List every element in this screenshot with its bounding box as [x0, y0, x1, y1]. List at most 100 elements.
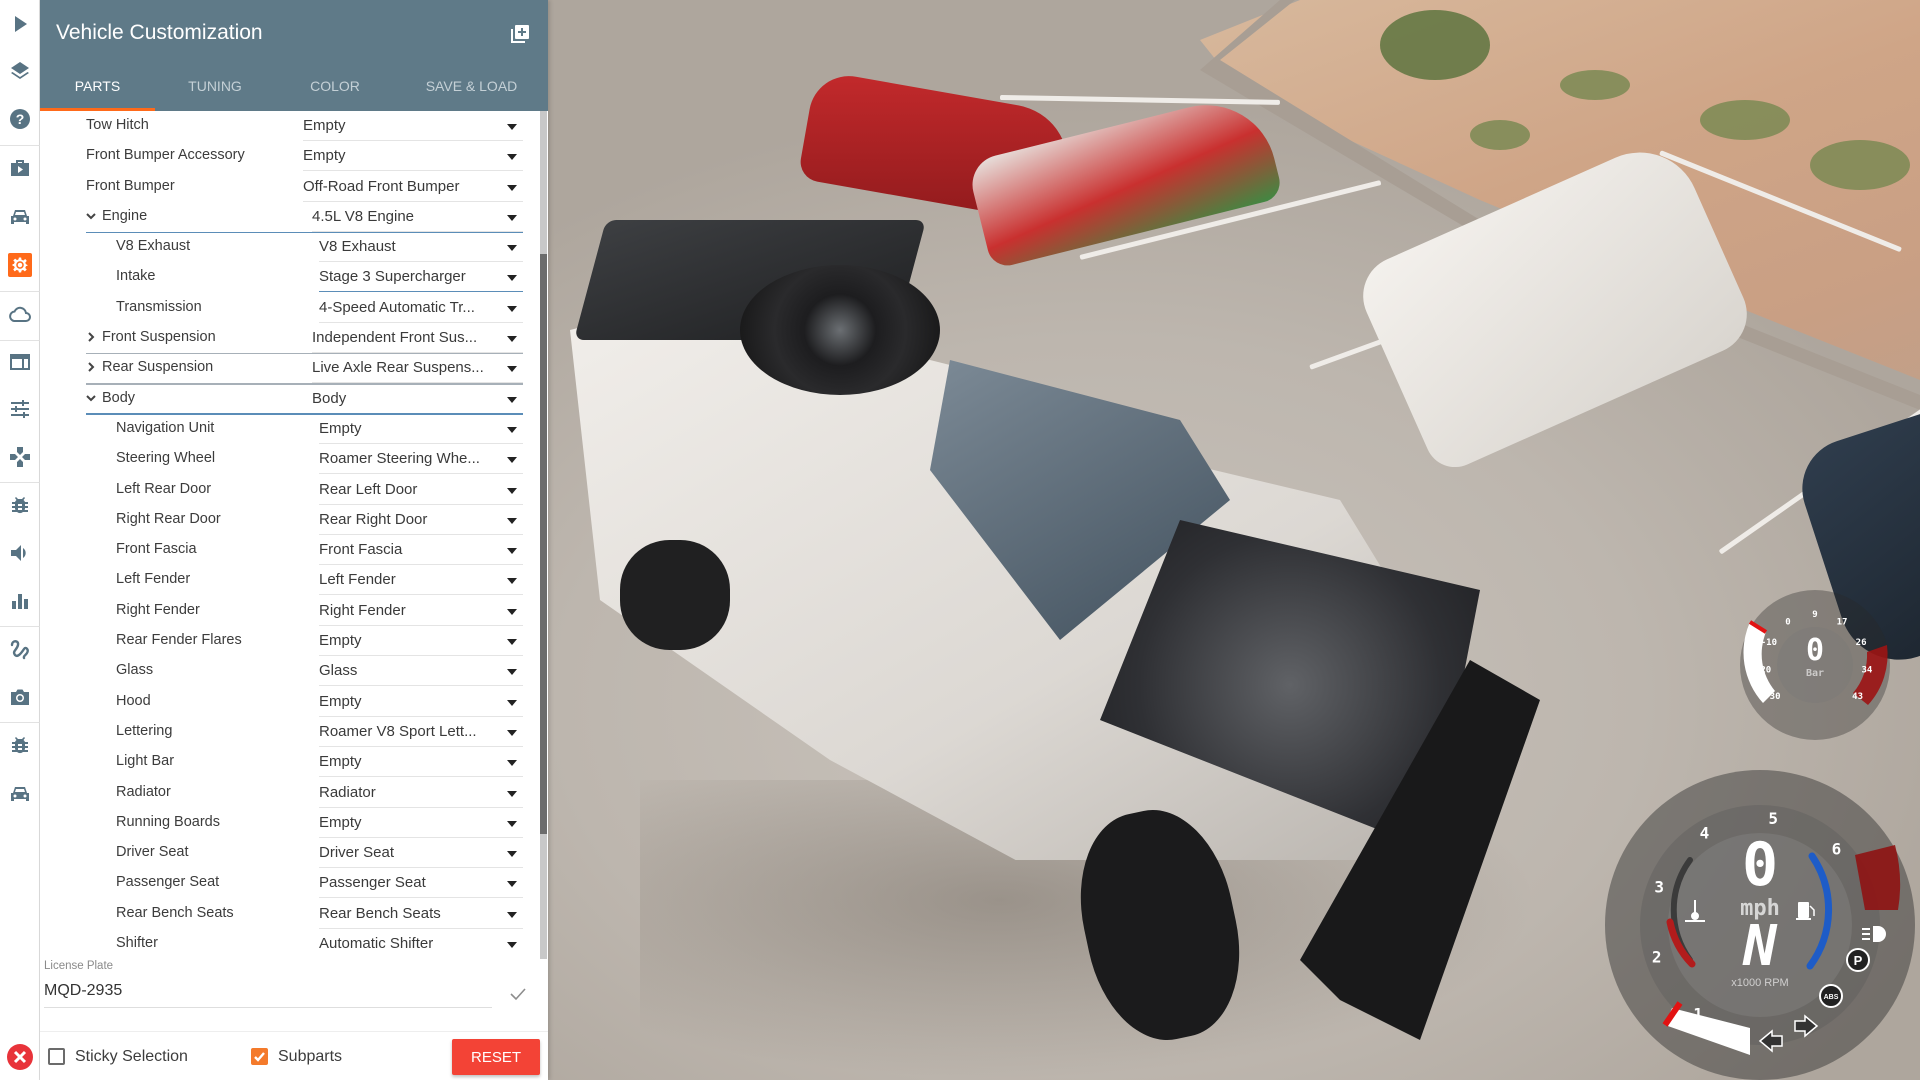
vehicle-button-2[interactable]	[0, 774, 40, 814]
check-icon	[510, 988, 526, 1001]
part-row: Left Rear Door Rear Left Door	[40, 475, 540, 505]
part-select-value: Driver Seat	[319, 844, 395, 862]
speedometer: 0 mph N x1000 RPM 123456 P ABS	[1605, 770, 1915, 1080]
part-select[interactable]: Driver Seat	[319, 841, 523, 869]
part-row: Driver Seat Driver Seat	[40, 838, 540, 869]
route-button[interactable]	[0, 629, 40, 669]
part-row: Rear Bench Seats Rear Bench Seats	[40, 899, 540, 929]
part-select[interactable]: Stage 3 Supercharger	[319, 265, 523, 293]
layers-button[interactable]	[0, 51, 40, 91]
dropdown-arrow-icon	[507, 336, 517, 343]
dropdown-arrow-icon	[507, 881, 517, 888]
part-label: Left Fender	[116, 571, 191, 588]
debug-button-2[interactable]	[0, 725, 40, 765]
chevron-down-icon[interactable]	[84, 391, 98, 405]
part-select[interactable]: Right Fender	[319, 599, 523, 626]
dropdown-arrow-icon	[507, 305, 517, 312]
part-select[interactable]: Left Fender	[319, 568, 523, 596]
part-select-value: Radiator	[319, 783, 376, 801]
parking-brake-label: P	[1854, 953, 1863, 968]
car-icon	[11, 210, 29, 224]
sticky-selection-checkbox[interactable]	[48, 1048, 65, 1065]
tune-sliders-icon	[11, 400, 29, 418]
help-button[interactable]: ?	[0, 99, 40, 139]
part-select[interactable]: Empty	[319, 811, 523, 838]
abs-label: ABS	[1824, 994, 1839, 1001]
part-select[interactable]: Empty	[319, 629, 523, 657]
part-select[interactable]: Passenger Seat	[319, 871, 523, 899]
tuning-button[interactable]	[0, 389, 40, 429]
scenarios-button[interactable]	[0, 148, 40, 188]
subparts-checkbox[interactable]	[251, 1048, 268, 1065]
part-select[interactable]: Empty	[319, 417, 523, 444]
close-menu-button[interactable]	[7, 1044, 33, 1070]
reset-button[interactable]: RESET	[452, 1039, 540, 1075]
part-select[interactable]: 4.5L V8 Engine	[312, 205, 523, 232]
part-select[interactable]: Roamer Steering Whe...	[319, 447, 523, 475]
part-select[interactable]: V8 Exhaust	[319, 235, 523, 263]
part-select[interactable]: Glass	[319, 659, 523, 687]
part-select[interactable]: Empty	[319, 690, 523, 717]
part-label: Front Bumper Accessory	[86, 147, 245, 164]
photo-mode-button[interactable]	[0, 677, 40, 717]
chevron-right-icon[interactable]	[84, 330, 98, 344]
bush	[1700, 100, 1790, 140]
chevron-down-icon[interactable]	[84, 209, 98, 223]
part-select[interactable]: Rear Bench Seats	[319, 902, 523, 929]
sticky-selection-label: Sticky Selection	[75, 1048, 188, 1065]
part-select[interactable]: Roamer V8 Sport Lett...	[319, 720, 523, 747]
part-select[interactable]: Empty	[319, 750, 523, 778]
sidebar-divider	[0, 482, 40, 483]
stats-button[interactable]	[0, 581, 40, 621]
part-select[interactable]: Independent Front Sus...	[312, 326, 523, 354]
part-select[interactable]: Off-Road Front Bumper	[303, 175, 523, 202]
dropdown-arrow-icon	[507, 517, 517, 524]
part-select[interactable]: 4-Speed Automatic Tr...	[319, 296, 523, 323]
tab-parts[interactable]: PARTS	[40, 61, 155, 111]
part-row: Rear Fender Flares Empty	[40, 626, 540, 657]
play-icon	[15, 16, 27, 32]
part-select-value: Empty	[303, 147, 346, 165]
part-select-value: Empty	[319, 632, 362, 650]
dropdown-arrow-icon	[507, 942, 517, 949]
controls-button[interactable]	[0, 437, 40, 477]
vehicles-button[interactable]	[0, 197, 40, 237]
layout-button[interactable]	[0, 342, 40, 382]
part-row: Intake Stage 3 Supercharger	[40, 262, 540, 293]
cloud-button[interactable]	[0, 294, 40, 334]
part-select[interactable]: Rear Left Door	[319, 478, 523, 505]
license-plate-apply-button[interactable]	[508, 984, 528, 1004]
audio-button[interactable]	[0, 533, 40, 573]
dropdown-arrow-icon	[507, 639, 517, 646]
license-plate-input[interactable]: MQD-2935	[44, 978, 492, 1008]
bug-icon	[12, 497, 28, 513]
vehicle-config-button[interactable]	[0, 245, 40, 285]
debug-button[interactable]	[0, 485, 40, 525]
tab-tuning[interactable]: TUNING	[155, 61, 275, 111]
play-button[interactable]	[0, 4, 40, 44]
rpm-tick-label: 1	[1693, 1005, 1703, 1024]
part-label: Right Fender	[116, 601, 200, 618]
part-label: Shifter	[116, 935, 158, 952]
tab-save-load[interactable]: SAVE & LOAD	[395, 61, 548, 111]
part-select[interactable]: Body	[312, 387, 523, 414]
parts-scrollbar[interactable]	[540, 111, 547, 959]
dropdown-arrow-icon	[507, 426, 517, 433]
part-select-value: Independent Front Sus...	[312, 329, 478, 347]
part-label: Running Boards	[116, 813, 220, 830]
part-select[interactable]: Front Fascia	[319, 538, 523, 566]
part-label: Front Fascia	[116, 541, 197, 558]
part-select[interactable]: Empty	[303, 114, 523, 141]
dropdown-arrow-icon	[507, 487, 517, 494]
tab-color[interactable]: COLOR	[275, 61, 395, 111]
chevron-right-icon[interactable]	[84, 360, 98, 374]
boost-unit: Bar	[1806, 668, 1824, 679]
part-select[interactable]: Automatic Shifter	[319, 932, 523, 956]
part-select[interactable]: Rear Right Door	[319, 508, 523, 535]
part-select-value: 4-Speed Automatic Tr...	[319, 298, 475, 316]
library-add-icon[interactable]	[508, 22, 532, 46]
part-select[interactable]: Live Axle Rear Suspens...	[312, 356, 523, 384]
part-select[interactable]: Radiator	[319, 781, 523, 808]
part-select[interactable]: Empty	[303, 144, 523, 172]
parts-scrollbar-thumb[interactable]	[540, 254, 547, 834]
